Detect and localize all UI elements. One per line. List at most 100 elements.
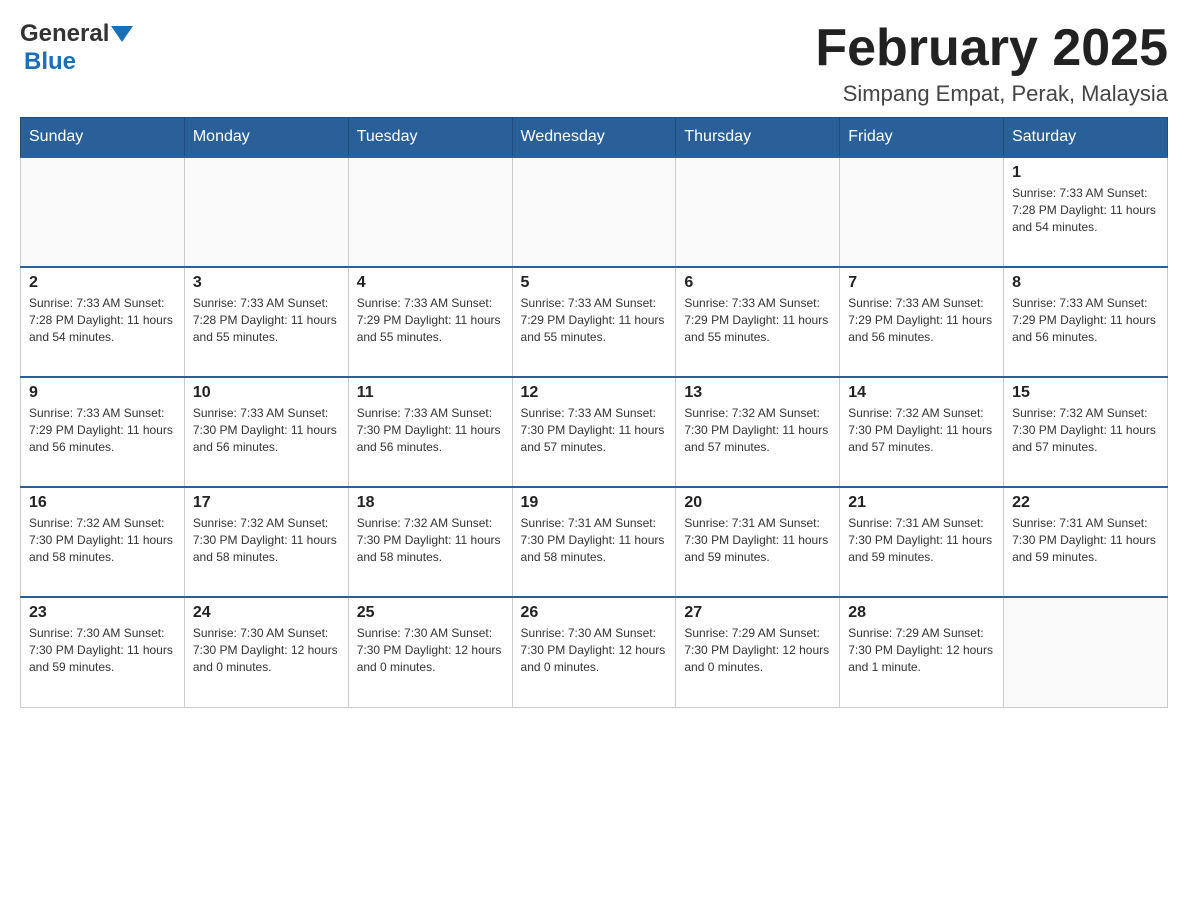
day-number: 13 [684, 384, 831, 402]
calendar-day [184, 157, 348, 267]
header-sunday: Sunday [21, 118, 185, 158]
day-number: 2 [29, 274, 176, 292]
day-number: 9 [29, 384, 176, 402]
calendar-week-row: 23 Sunrise: 7:30 AM Sunset: 7:30 PM Dayli… [21, 597, 1168, 707]
calendar-day [676, 157, 840, 267]
day-info: Sunrise: 7:30 AM Sunset: 7:30 PM Dayligh… [29, 625, 176, 675]
calendar-day: 22 Sunrise: 7:31 AM Sunset: 7:30 PM Dayli… [1004, 487, 1168, 597]
calendar-day [512, 157, 676, 267]
day-number: 27 [684, 604, 831, 622]
calendar-day: 1 Sunrise: 7:33 AM Sunset: 7:28 PM Daylig… [1004, 157, 1168, 267]
calendar-day [1004, 597, 1168, 707]
calendar-day [21, 157, 185, 267]
day-number: 18 [357, 494, 504, 512]
day-info: Sunrise: 7:33 AM Sunset: 7:28 PM Dayligh… [29, 295, 176, 345]
calendar-day: 24 Sunrise: 7:30 AM Sunset: 7:30 PM Dayli… [184, 597, 348, 707]
day-info: Sunrise: 7:30 AM Sunset: 7:30 PM Dayligh… [193, 625, 340, 675]
calendar-day: 3Sunrise: 7:33 AM Sunset: 7:28 PM Daylig… [184, 267, 348, 377]
calendar-day: 4 Sunrise: 7:33 AM Sunset: 7:29 PM Daylig… [348, 267, 512, 377]
day-info: Sunrise: 7:33 AM Sunset: 7:29 PM Dayligh… [684, 295, 831, 345]
day-number: 5 [521, 274, 668, 292]
calendar-table: Sunday Monday Tuesday Wednesday Thursday… [20, 117, 1168, 708]
calendar-day: 8Sunrise: 7:33 AM Sunset: 7:29 PM Daylig… [1004, 267, 1168, 377]
calendar-day: 9 Sunrise: 7:33 AM Sunset: 7:29 PM Daylig… [21, 377, 185, 487]
calendar-week-row: 2 Sunrise: 7:33 AM Sunset: 7:28 PM Daylig… [21, 267, 1168, 377]
calendar-day: 15Sunrise: 7:32 AM Sunset: 7:30 PM Dayli… [1004, 377, 1168, 487]
calendar-day [840, 157, 1004, 267]
day-info: Sunrise: 7:31 AM Sunset: 7:30 PM Dayligh… [1012, 515, 1159, 565]
day-number: 23 [29, 604, 176, 622]
calendar-week-row: 1 Sunrise: 7:33 AM Sunset: 7:28 PM Daylig… [21, 157, 1168, 267]
calendar-week-row: 16 Sunrise: 7:32 AM Sunset: 7:30 PM Dayli… [21, 487, 1168, 597]
calendar-day [348, 157, 512, 267]
calendar-day: 18 Sunrise: 7:32 AM Sunset: 7:30 PM Dayli… [348, 487, 512, 597]
calendar-header-row: Sunday Monday Tuesday Wednesday Thursday… [21, 118, 1168, 158]
header-monday: Monday [184, 118, 348, 158]
calendar-week-row: 9 Sunrise: 7:33 AM Sunset: 7:29 PM Daylig… [21, 377, 1168, 487]
day-number: 10 [193, 384, 340, 402]
day-number: 14 [848, 384, 995, 402]
logo: General Blue [20, 20, 133, 76]
day-number: 12 [521, 384, 668, 402]
day-number: 24 [193, 604, 340, 622]
day-info: Sunrise: 7:30 AM Sunset: 7:30 PM Dayligh… [357, 625, 504, 675]
calendar-day: 21Sunrise: 7:31 AM Sunset: 7:30 PM Dayli… [840, 487, 1004, 597]
calendar-day: 27 Sunrise: 7:29 AM Sunset: 7:30 PM Dayli… [676, 597, 840, 707]
day-info: Sunrise: 7:31 AM Sunset: 7:30 PM Dayligh… [684, 515, 831, 565]
day-info: Sunrise: 7:29 AM Sunset: 7:30 PM Dayligh… [684, 625, 831, 675]
day-info: Sunrise: 7:29 AM Sunset: 7:30 PM Dayligh… [848, 625, 995, 675]
day-number: 11 [357, 384, 504, 402]
page-header: General Blue February 2025 Simpang Empat… [20, 20, 1168, 107]
day-info: Sunrise: 7:33 AM Sunset: 7:29 PM Dayligh… [29, 405, 176, 455]
day-info: Sunrise: 7:32 AM Sunset: 7:30 PM Dayligh… [684, 405, 831, 455]
logo-general-text: General [20, 20, 109, 48]
day-number: 17 [193, 494, 340, 512]
day-number: 4 [357, 274, 504, 292]
day-number: 6 [684, 274, 831, 292]
day-info: Sunrise: 7:32 AM Sunset: 7:30 PM Dayligh… [848, 405, 995, 455]
calendar-day: 11 Sunrise: 7:33 AM Sunset: 7:30 PM Dayli… [348, 377, 512, 487]
logo-blue-text: Blue [24, 48, 76, 76]
calendar-day: 25 Sunrise: 7:30 AM Sunset: 7:30 PM Dayli… [348, 597, 512, 707]
calendar-day: 28 Sunrise: 7:29 AM Sunset: 7:30 PM Dayli… [840, 597, 1004, 707]
logo-triangle-icon [111, 22, 133, 44]
day-info: Sunrise: 7:33 AM Sunset: 7:30 PM Dayligh… [521, 405, 668, 455]
day-number: 19 [521, 494, 668, 512]
day-number: 25 [357, 604, 504, 622]
day-number: 22 [1012, 494, 1159, 512]
day-info: Sunrise: 7:32 AM Sunset: 7:30 PM Dayligh… [193, 515, 340, 565]
header-friday: Friday [840, 118, 1004, 158]
day-number: 7 [848, 274, 995, 292]
calendar-day: 19Sunrise: 7:31 AM Sunset: 7:30 PM Dayli… [512, 487, 676, 597]
day-number: 16 [29, 494, 176, 512]
month-year-title: February 2025 [815, 20, 1168, 77]
header-saturday: Saturday [1004, 118, 1168, 158]
calendar-day: 12 Sunrise: 7:33 AM Sunset: 7:30 PM Dayli… [512, 377, 676, 487]
header-tuesday: Tuesday [348, 118, 512, 158]
day-number: 28 [848, 604, 995, 622]
header-thursday: Thursday [676, 118, 840, 158]
day-info: Sunrise: 7:33 AM Sunset: 7:30 PM Dayligh… [193, 405, 340, 455]
calendar-day: 13 Sunrise: 7:32 AM Sunset: 7:30 PM Dayli… [676, 377, 840, 487]
title-section: February 2025 Simpang Empat, Perak, Mala… [815, 20, 1168, 107]
day-info: Sunrise: 7:33 AM Sunset: 7:29 PM Dayligh… [848, 295, 995, 345]
location-subtitle: Simpang Empat, Perak, Malaysia [815, 81, 1168, 107]
day-number: 20 [684, 494, 831, 512]
day-info: Sunrise: 7:33 AM Sunset: 7:29 PM Dayligh… [357, 295, 504, 345]
calendar-day: 14 Sunrise: 7:32 AM Sunset: 7:30 PM Dayli… [840, 377, 1004, 487]
calendar-day: 7 Sunrise: 7:33 AM Sunset: 7:29 PM Daylig… [840, 267, 1004, 377]
day-info: Sunrise: 7:31 AM Sunset: 7:30 PM Dayligh… [848, 515, 995, 565]
calendar-day: 23 Sunrise: 7:30 AM Sunset: 7:30 PM Dayli… [21, 597, 185, 707]
day-info: Sunrise: 7:30 AM Sunset: 7:30 PM Dayligh… [521, 625, 668, 675]
calendar-day: 5 Sunrise: 7:33 AM Sunset: 7:29 PM Daylig… [512, 267, 676, 377]
day-info: Sunrise: 7:33 AM Sunset: 7:30 PM Dayligh… [357, 405, 504, 455]
day-info: Sunrise: 7:33 AM Sunset: 7:29 PM Dayligh… [521, 295, 668, 345]
calendar-day: 16Sunrise: 7:32 AM Sunset: 7:30 PM Dayli… [21, 487, 185, 597]
day-number: 8 [1012, 274, 1159, 292]
day-info: Sunrise: 7:32 AM Sunset: 7:30 PM Dayligh… [357, 515, 504, 565]
day-info: Sunrise: 7:33 AM Sunset: 7:28 PM Dayligh… [193, 295, 340, 345]
day-number: 1 [1012, 164, 1159, 182]
day-number: 26 [521, 604, 668, 622]
day-info: Sunrise: 7:33 AM Sunset: 7:28 PM Dayligh… [1012, 185, 1159, 235]
day-number: 15 [1012, 384, 1159, 402]
